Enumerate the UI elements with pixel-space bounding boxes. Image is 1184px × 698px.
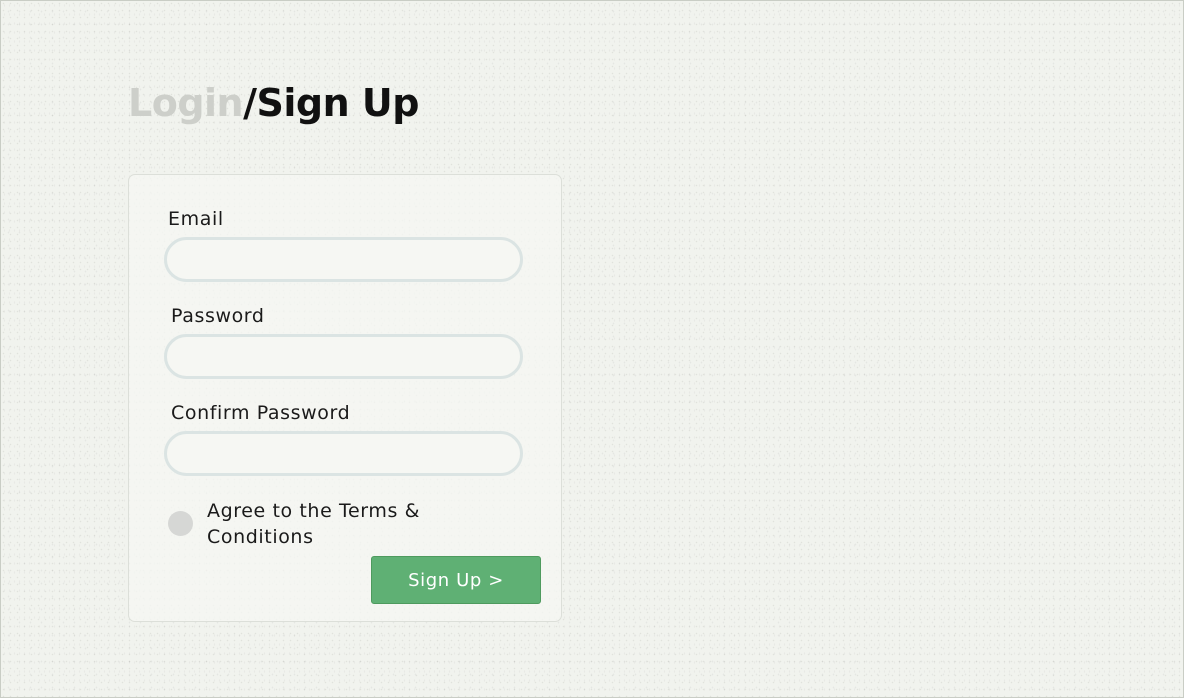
terms-label: Agree to the Terms & Conditions (207, 500, 421, 548)
email-label: Email (168, 208, 224, 230)
terms-checkbox[interactable] (168, 511, 193, 536)
sign-up-button[interactable]: Sign Up > (371, 556, 541, 604)
signup-form-card: Email Password Confirm Password Agree to… (128, 174, 562, 622)
password-field[interactable] (164, 334, 523, 379)
title-separator: / (243, 81, 257, 125)
page-title: Login/Sign Up (128, 79, 419, 127)
email-field[interactable] (164, 237, 523, 282)
confirm-password-label: Confirm Password (171, 402, 351, 424)
confirm-password-field[interactable] (164, 431, 523, 476)
signup-tab[interactable]: Sign Up (257, 81, 420, 125)
login-tab[interactable]: Login (128, 81, 244, 125)
password-label: Password (171, 305, 265, 327)
